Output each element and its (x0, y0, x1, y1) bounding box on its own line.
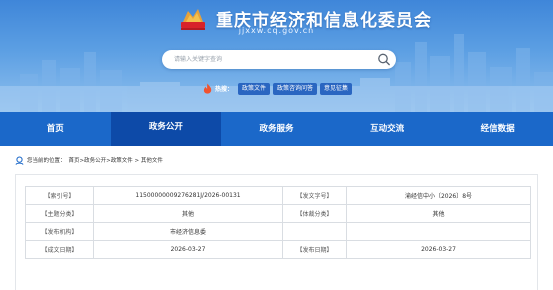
index-number-value: 11500000009276281J/2026-00131 (93, 186, 283, 205)
empty-cell (346, 222, 531, 241)
issuing-agency-label: 【发布机构】 (25, 222, 94, 241)
search-input[interactable] (174, 50, 370, 69)
table-row: 【成文日期】 2026-03-27 【发布日期】 2026-03-27 (25, 240, 531, 259)
topic-category-value: 其他 (93, 204, 283, 223)
hot-tag-policy-documents[interactable]: 政策文件 (238, 82, 271, 95)
topic-category-label: 【主题分类】 (25, 204, 94, 223)
nav-item-government-affairs-disclosure[interactable]: 政务公开 (110, 112, 222, 146)
document-info-table: 【索引号】 11500000009276281J/2026-00131 【发文字… (25, 186, 531, 259)
main-nav: 首页 政务公开 政务服务 互动交流 经信数据 (0, 112, 553, 146)
breadcrumb: 您当前的位置： 首页>政务公开>政策文件 > 其他文件 (15, 155, 163, 165)
written-date-value: 2026-03-27 (93, 240, 283, 259)
fire-icon (203, 83, 212, 94)
issuing-agency-value: 市经济信息委 (93, 222, 283, 241)
document-number-value: 渝经信中小〔2026〕8号 (346, 186, 531, 205)
site-domain: jjxxw.cq.gov.cn (238, 26, 315, 35)
hot-tag-opinion-solicitation[interactable]: 意见征集 (320, 82, 353, 95)
genre-category-label: 【体裁分类】 (282, 204, 347, 223)
table-row: 【主题分类】 其他 【体裁分类】 其他 (25, 204, 531, 223)
nav-item-government-services[interactable]: 政务服务 (221, 112, 332, 146)
hot-search-label: 热搜： (215, 86, 234, 93)
location-icon (15, 156, 24, 165)
header-banner: 重庆市经济和信息化委员会 jjxxw.cq.gov.cn 热搜： 政策文件 政策… (0, 0, 553, 112)
document-info-card: 【索引号】 11500000009276281J/2026-00131 【发文字… (15, 174, 538, 290)
empty-cell (282, 222, 347, 241)
document-number-label: 【发文字号】 (282, 186, 347, 205)
nav-item-interaction[interactable]: 互动交流 (332, 112, 443, 146)
index-number-label: 【索引号】 (25, 186, 94, 205)
nav-item-economic-data[interactable]: 经信数据 (442, 112, 553, 146)
table-row: 【发布机构】 市经济信息委 (25, 222, 531, 241)
search-box (162, 50, 396, 69)
genre-category-value: 其他 (346, 204, 531, 223)
written-date-label: 【成文日期】 (25, 240, 94, 259)
breadcrumb-path[interactable]: 首页>政务公开>政策文件 > 其他文件 (69, 156, 163, 164)
publish-date-label: 【发布日期】 (282, 240, 347, 259)
search-icon[interactable] (376, 52, 392, 67)
table-row: 【索引号】 11500000009276281J/2026-00131 【发文字… (25, 186, 531, 205)
hot-tag-policy-qa[interactable]: 政策咨询问答 (273, 82, 318, 95)
nav-item-home[interactable]: 首页 (0, 112, 111, 146)
hot-search-row: 热搜： 政策文件 政策咨询问答 意见征集 (203, 82, 353, 95)
publish-date-value: 2026-03-27 (346, 240, 531, 259)
breadcrumb-prefix: 您当前的位置： (27, 158, 66, 164)
